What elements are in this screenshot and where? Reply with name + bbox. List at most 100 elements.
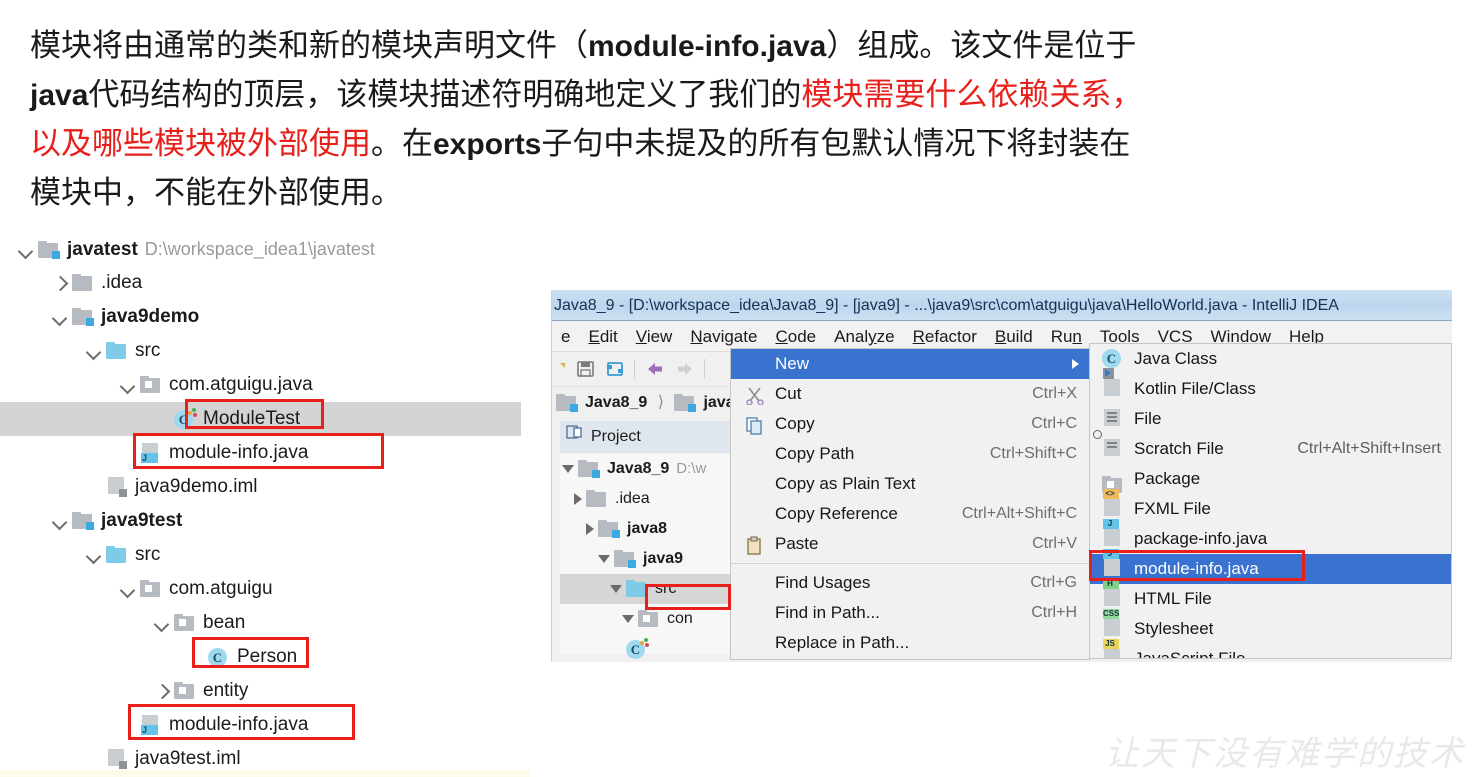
- context-menu-item-label: Copy Reference: [775, 504, 898, 523]
- chevron-right-icon: ⟩: [657, 394, 664, 411]
- folder-icon: [72, 274, 94, 292]
- breadcrumb-item-0[interactable]: Java8_9: [585, 394, 647, 411]
- idea-tree-row[interactable]: .idea: [560, 484, 755, 514]
- submenu-item-package[interactable]: Package: [1090, 464, 1451, 494]
- submenu-item-java-class[interactable]: C Java Class: [1090, 344, 1451, 374]
- tree-row[interactable]: com.atguigu.java: [0, 368, 530, 402]
- tree-row[interactable]: entity: [0, 674, 530, 708]
- idea-tree-row[interactable]: C: [560, 634, 755, 662]
- new-submenu[interactable]: C Java Class Kotlin File/Class File Scratch …: [1089, 343, 1452, 659]
- intellij-window[interactable]: Java8_9 - [D:\workspace_idea\Java8_9] - …: [551, 290, 1452, 662]
- tree-row-label: java9test: [101, 510, 183, 531]
- source-folder-icon: [106, 342, 128, 360]
- tree-row[interactable]: Jmodule-info.java: [0, 708, 530, 742]
- context-menu-item-paste[interactable]: Paste Ctrl+V: [731, 529, 1089, 559]
- chevron-right-icon[interactable]: [154, 683, 170, 699]
- context-menu-item-label: New: [775, 354, 810, 373]
- chevron-down-icon[interactable]: [86, 547, 102, 563]
- submenu-item-fxml-file[interactable]: <> FXML File: [1090, 489, 1451, 524]
- idea-tree-row[interactable]: Java8_9 D:\w: [560, 454, 755, 484]
- submenu-item-kotlin-file-class[interactable]: Kotlin File/Class: [1090, 368, 1451, 404]
- tree-row[interactable]: .idea: [0, 266, 530, 300]
- context-menu-item-cut[interactable]: Cut Ctrl+X: [731, 379, 1089, 409]
- submenu-item-html-file[interactable]: H HTML File: [1090, 579, 1451, 614]
- context-menu-item-copy-reference[interactable]: Copy Reference Ctrl+Alt+Shift+C: [731, 499, 1089, 529]
- menu-item-e[interactable]: e: [552, 322, 579, 352]
- context-menu-item-copy[interactable]: Copy Ctrl+C: [731, 409, 1089, 439]
- tree-row[interactable]: src: [0, 334, 530, 368]
- context-menu-item-find-usages[interactable]: Find Usages Ctrl+G: [731, 568, 1089, 598]
- submenu-item-package-info-java[interactable]: Jpackage-info.java: [1090, 519, 1451, 554]
- module-icon: [72, 308, 94, 326]
- forward-arrow-icon[interactable]: [674, 358, 696, 385]
- idea-tree-row-label: .idea: [615, 490, 650, 507]
- paragraph-text: ）组成。该文件是位于: [826, 28, 1137, 64]
- module-info-file-icon: J: [140, 715, 162, 735]
- chevron-right-icon[interactable]: [52, 275, 68, 291]
- submenu-item-file[interactable]: File: [1090, 404, 1451, 434]
- triangle-down-icon[interactable]: [562, 465, 574, 473]
- context-menu-item-copy-as-plain-text[interactable]: Copy as Plain Text: [731, 469, 1089, 499]
- chevron-down-icon[interactable]: [120, 377, 136, 393]
- triangle-right-icon[interactable]: [586, 523, 594, 535]
- project-tool-window-tab[interactable]: Project: [560, 421, 750, 453]
- paragraph-line-1: 模块将由通常的类和新的模块声明文件（module-info.java）组成。该文…: [30, 22, 1460, 71]
- chevron-down-icon[interactable]: [154, 615, 170, 631]
- tree-row[interactable]: java9test: [0, 504, 530, 538]
- chevron-down-icon[interactable]: [52, 309, 68, 325]
- submenu-item-module-info-java[interactable]: Jmodule-info.java: [1090, 549, 1451, 584]
- tree-row[interactable]: com.atguigu: [0, 572, 530, 606]
- context-menu-item-new[interactable]: New: [731, 349, 1089, 379]
- tree-row[interactable]: src: [0, 538, 530, 572]
- chevron-down-icon[interactable]: [86, 343, 102, 359]
- module-icon: [72, 512, 94, 530]
- context-menu-item-find-in-path[interactable]: Find in Path... Ctrl+H: [731, 598, 1089, 628]
- submenu-item-javascript-file[interactable]: JS JavaScript File: [1090, 639, 1451, 658]
- chevron-down-icon[interactable]: [18, 242, 34, 258]
- tree-row[interactable]: C ModuleTest: [0, 402, 521, 436]
- back-arrow-icon[interactable]: [644, 358, 666, 385]
- module-icon: [674, 393, 697, 412]
- window-title-bar: Java8_9 - [D:\workspace_idea\Java8_9] - …: [552, 290, 1452, 321]
- save-icon[interactable]: [560, 360, 565, 378]
- sync-icon[interactable]: [605, 359, 625, 384]
- chevron-down-icon[interactable]: [52, 513, 68, 529]
- idea-project-tree[interactable]: Java8_9 D:\w .idea java8 java9 src con C: [560, 454, 755, 659]
- tree-row[interactable]: C Person: [0, 640, 530, 674]
- idea-tree-row[interactable]: java8: [560, 514, 755, 544]
- tree-row[interactable]: Jmodule-info.java: [0, 436, 530, 470]
- java-class-icon: C: [626, 637, 649, 659]
- chevron-down-icon[interactable]: [120, 581, 136, 597]
- menu-item-view[interactable]: View: [627, 322, 682, 352]
- source-folder-icon: [626, 580, 648, 598]
- submenu-item-stylesheet[interactable]: CSS Stylesheet: [1090, 609, 1451, 644]
- css-file-icon: CSS: [1102, 609, 1124, 639]
- idea-tree-row[interactable]: src: [560, 574, 755, 604]
- project-tree[interactable]: javatest D:\workspace_idea1\javatest .idea…: [0, 232, 530, 772]
- context-menu-item-shortcut: Ctrl+Alt+Shift+C: [961, 505, 1077, 522]
- menu-item-edit[interactable]: Edit: [579, 322, 626, 352]
- tree-row[interactable]: java9demo: [0, 300, 530, 334]
- page-title: 模块将由通常的类和新的模块声明文件（module-info.java）组成。该文…: [30, 22, 1460, 217]
- scratch-file-icon: [1093, 430, 1124, 459]
- triangle-down-icon[interactable]: [622, 615, 634, 623]
- idea-tree-row[interactable]: java9: [560, 544, 755, 574]
- idea-tree-row[interactable]: con: [560, 604, 755, 634]
- triangle-down-icon[interactable]: [598, 555, 610, 563]
- html-file-icon: H: [1102, 579, 1124, 609]
- tree-row[interactable]: bean: [0, 606, 530, 640]
- triangle-right-icon[interactable]: [574, 493, 582, 505]
- triangle-down-icon[interactable]: [610, 585, 622, 593]
- module-icon: [38, 240, 60, 259]
- tree-row[interactable]: java9demo.iml: [0, 470, 530, 504]
- context-menu-item-replace-in-path[interactable]: Replace in Path...: [731, 628, 1089, 658]
- context-menu[interactable]: New Cut Ctrl+X Copy Ctrl+C Copy Path Ctrl+Shif…: [730, 348, 1090, 660]
- tree-row-label: entity: [203, 680, 249, 701]
- source-folder-icon: [106, 546, 128, 564]
- context-menu-item-copy-path[interactable]: Copy Path Ctrl+Shift+C: [731, 439, 1089, 469]
- tree-row[interactable]: javatest D:\workspace_idea1\javatest: [0, 232, 530, 266]
- submenu-item-scratch-file[interactable]: Scratch File Ctrl+Alt+Shift+Insert: [1090, 430, 1451, 464]
- save-all-icon[interactable]: [576, 359, 596, 384]
